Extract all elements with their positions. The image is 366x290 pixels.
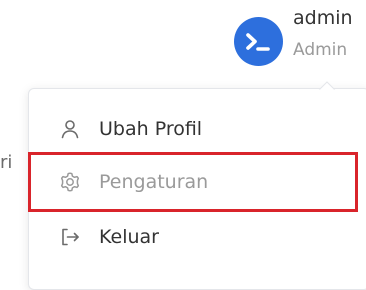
gear-icon	[58, 170, 82, 194]
user-menu-trigger[interactable]: admin Admin	[0, 0, 366, 80]
user-icon	[58, 117, 82, 141]
user-name: admin	[293, 7, 353, 29]
background-partial-text: ri	[0, 152, 13, 173]
terminal-icon	[246, 33, 270, 51]
menu-item-profile[interactable]: Ubah Profil	[28, 104, 366, 154]
menu-item-settings[interactable]: Pengaturan	[28, 157, 366, 207]
logout-icon	[58, 225, 82, 249]
menu-item-label: Pengaturan	[99, 171, 209, 193]
menu-item-logout[interactable]: Keluar	[28, 212, 366, 262]
dropdown-caret	[318, 81, 336, 98]
menu-item-label: Ubah Profil	[99, 118, 203, 140]
menu-item-label: Keluar	[99, 226, 159, 248]
avatar[interactable]	[234, 17, 283, 66]
user-role: Admin	[293, 40, 348, 60]
